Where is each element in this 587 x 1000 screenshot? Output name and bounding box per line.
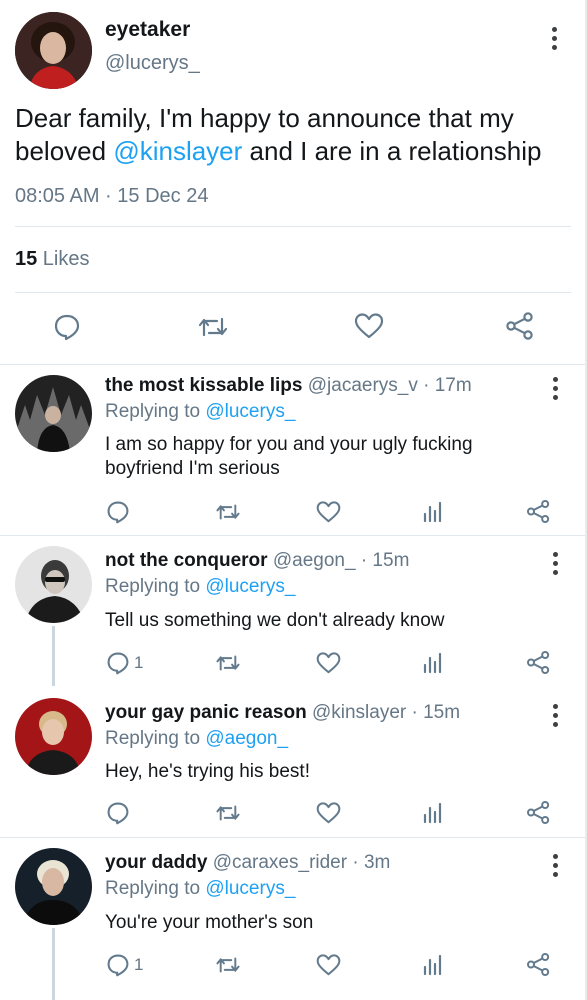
mention-link[interactable]: @lucerys_ [205, 878, 295, 899]
retweet-icon[interactable] [215, 651, 241, 675]
avatar[interactable] [15, 12, 92, 89]
mention-link[interactable]: @lucerys_ [205, 576, 295, 597]
share-icon[interactable] [526, 650, 551, 675]
more-options-icon[interactable] [552, 377, 558, 400]
retweet-icon[interactable] [215, 500, 241, 524]
reply-count: 1 [134, 955, 144, 974]
replying-to: Replying to @lucerys_ [105, 576, 295, 598]
avatar[interactable] [15, 375, 92, 452]
reply-time: · 3m [347, 852, 391, 873]
reply-icon[interactable] [106, 500, 130, 524]
views-icon[interactable] [423, 954, 443, 976]
like-icon[interactable] [316, 651, 341, 675]
more-options-icon[interactable] [552, 854, 558, 877]
retweet-icon[interactable] [215, 953, 241, 977]
reply-time: · 17m [417, 375, 472, 396]
share-icon[interactable] [505, 311, 535, 341]
handle[interactable]: @caraxes_rider [213, 852, 347, 873]
share-icon[interactable] [526, 499, 551, 524]
display-name[interactable]: the most kissable lips [105, 375, 302, 396]
handle[interactable]: @aegon_ [273, 550, 356, 571]
reply-time: · 15m [406, 702, 461, 723]
mention-link[interactable]: @kinslayer [113, 136, 242, 166]
display-name[interactable]: your gay panic reason [105, 702, 307, 723]
main-tweet: eyetaker @lucerys_ Dear family, I'm happ… [0, 0, 585, 364]
reply-header: your gay panic reason @kinslayer · 15m [105, 702, 460, 724]
reply-item[interactable]: the most kissable lips @jacaerys_v · 17m… [0, 365, 585, 535]
reply-item[interactable]: not the conqueror @aegon_ · 15m Replying… [0, 536, 585, 686]
share-icon[interactable] [526, 800, 551, 825]
handle[interactable]: @lucerys_ [105, 52, 200, 75]
reply-actions: 1 [0, 648, 585, 678]
likes-label: Likes [37, 248, 90, 270]
tweet-actions [0, 308, 585, 348]
views-icon[interactable] [423, 501, 443, 523]
replying-to: Replying to @aegon_ [105, 728, 288, 750]
like-count-number: 15 [15, 248, 38, 270]
share-icon[interactable] [526, 952, 551, 977]
replying-to: Replying to @lucerys_ [105, 401, 295, 423]
reply-count: 1 [134, 653, 144, 672]
reply-item[interactable]: your gay panic reason @kinslayer · 15m R… [0, 686, 585, 836]
replying-label: Replying to [105, 576, 206, 597]
reply-icon[interactable] [106, 651, 130, 675]
handle[interactable]: @jacaerys_v [308, 375, 418, 396]
more-options-icon[interactable] [552, 552, 558, 575]
more-options-icon[interactable] [552, 704, 558, 727]
likes-count[interactable]: 15 Likes [15, 248, 90, 271]
reply-header: the most kissable lips @jacaerys_v · 17m [105, 375, 472, 397]
replying-label: Replying to [105, 728, 206, 749]
reply-time: · 15m [355, 550, 410, 571]
tweet-text-end: and I are in a relationship [242, 136, 542, 166]
divider [15, 292, 571, 293]
retweet-icon[interactable] [215, 801, 241, 825]
tweet-timestamp[interactable]: 08:05 AM · 15 Dec 24 [15, 185, 208, 208]
tweet-text: Dear family, I'm happy to announce that … [15, 102, 575, 168]
reply-icon[interactable] [53, 313, 81, 341]
like-icon[interactable] [316, 801, 341, 825]
reply-icon[interactable] [106, 953, 130, 977]
reply-actions [0, 497, 585, 527]
like-icon[interactable] [354, 312, 384, 340]
replying-label: Replying to [105, 878, 206, 899]
replying-to: Replying to @lucerys_ [105, 878, 295, 900]
reply-actions [0, 798, 585, 828]
replying-label: Replying to [105, 401, 206, 422]
views-icon[interactable] [423, 802, 443, 824]
handle[interactable]: @kinslayer [312, 702, 406, 723]
reply-text: Hey, he's trying his best! [105, 761, 310, 782]
reply-header: not the conqueror @aegon_ · 15m [105, 550, 409, 572]
mention-link[interactable]: @lucerys_ [205, 401, 295, 422]
like-icon[interactable] [316, 953, 341, 977]
reply-item[interactable]: your daddy @caraxes_rider · 3m Replying … [0, 838, 585, 1000]
like-icon[interactable] [316, 500, 341, 524]
reply-text: You're your mother's son [105, 912, 314, 933]
reply-text: Tell us something we don't already know [105, 610, 445, 631]
display-name[interactable]: not the conqueror [105, 550, 268, 571]
avatar[interactable] [15, 546, 92, 623]
more-options-icon[interactable] [551, 27, 557, 50]
reply-icon[interactable] [106, 801, 130, 825]
avatar[interactable] [15, 698, 92, 775]
reply-header: your daddy @caraxes_rider · 3m [105, 852, 390, 874]
tweet-thread-page: eyetaker @lucerys_ Dear family, I'm happ… [0, 0, 587, 1000]
reply-actions: 1 [0, 950, 585, 980]
display-name[interactable]: eyetaker [105, 18, 190, 42]
retweet-icon[interactable] [197, 313, 229, 341]
mention-link[interactable]: @aegon_ [205, 728, 288, 749]
avatar[interactable] [15, 848, 92, 925]
display-name[interactable]: your daddy [105, 852, 207, 873]
views-icon[interactable] [423, 652, 443, 674]
divider [15, 226, 571, 227]
reply-text: I am so happy for you and your ugly fuck… [105, 434, 473, 479]
